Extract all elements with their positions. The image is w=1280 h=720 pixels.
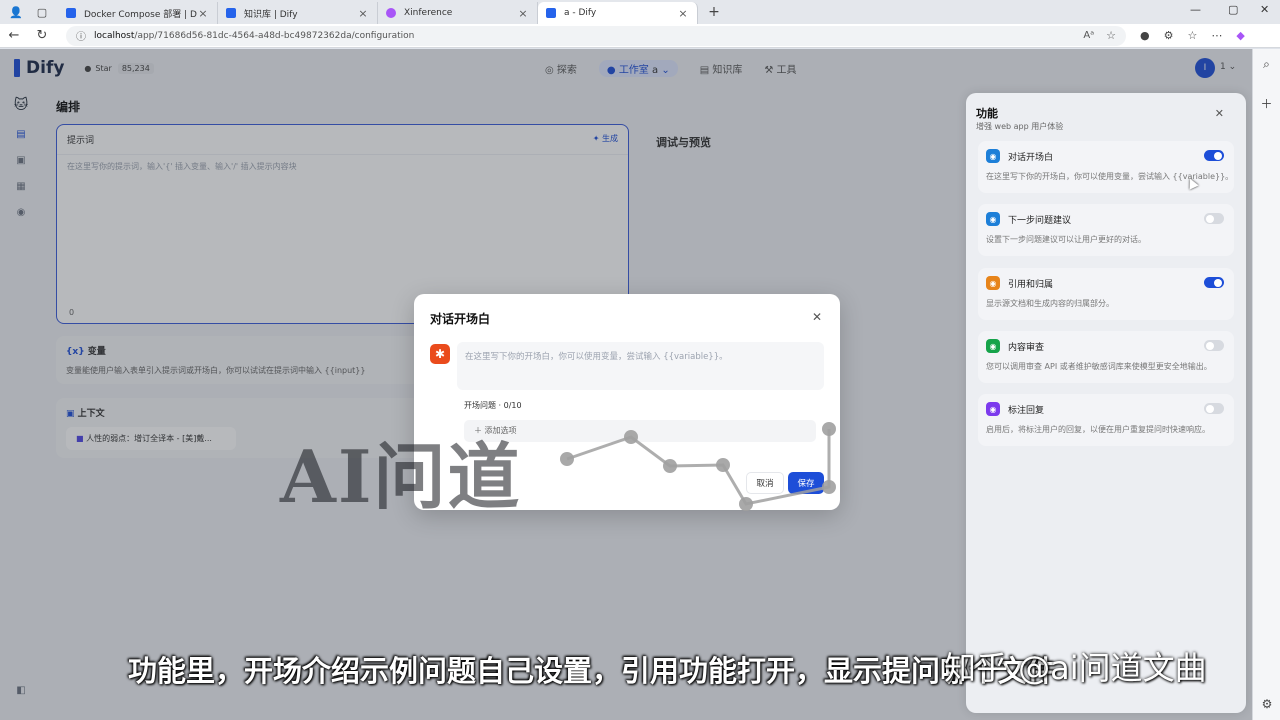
watermark-network-graphic (560, 422, 836, 511)
watermark-text: AI问道 (280, 434, 522, 519)
search-icon[interactable]: ⌕ (1253, 57, 1280, 87)
zhihu-watermark: 知乎 @ai问道文曲 (944, 649, 1207, 687)
settings-gear-icon[interactable]: ⚙ (1253, 697, 1280, 720)
video-subtitle: 功能里，开场介绍示例问题自己设置，引用功能打开，显示提问哪个文件 (128, 654, 1057, 688)
add-icon[interactable]: ＋ (1253, 95, 1280, 125)
browser-side-panel: ⌕ ＋ ⚙ (1252, 49, 1280, 720)
